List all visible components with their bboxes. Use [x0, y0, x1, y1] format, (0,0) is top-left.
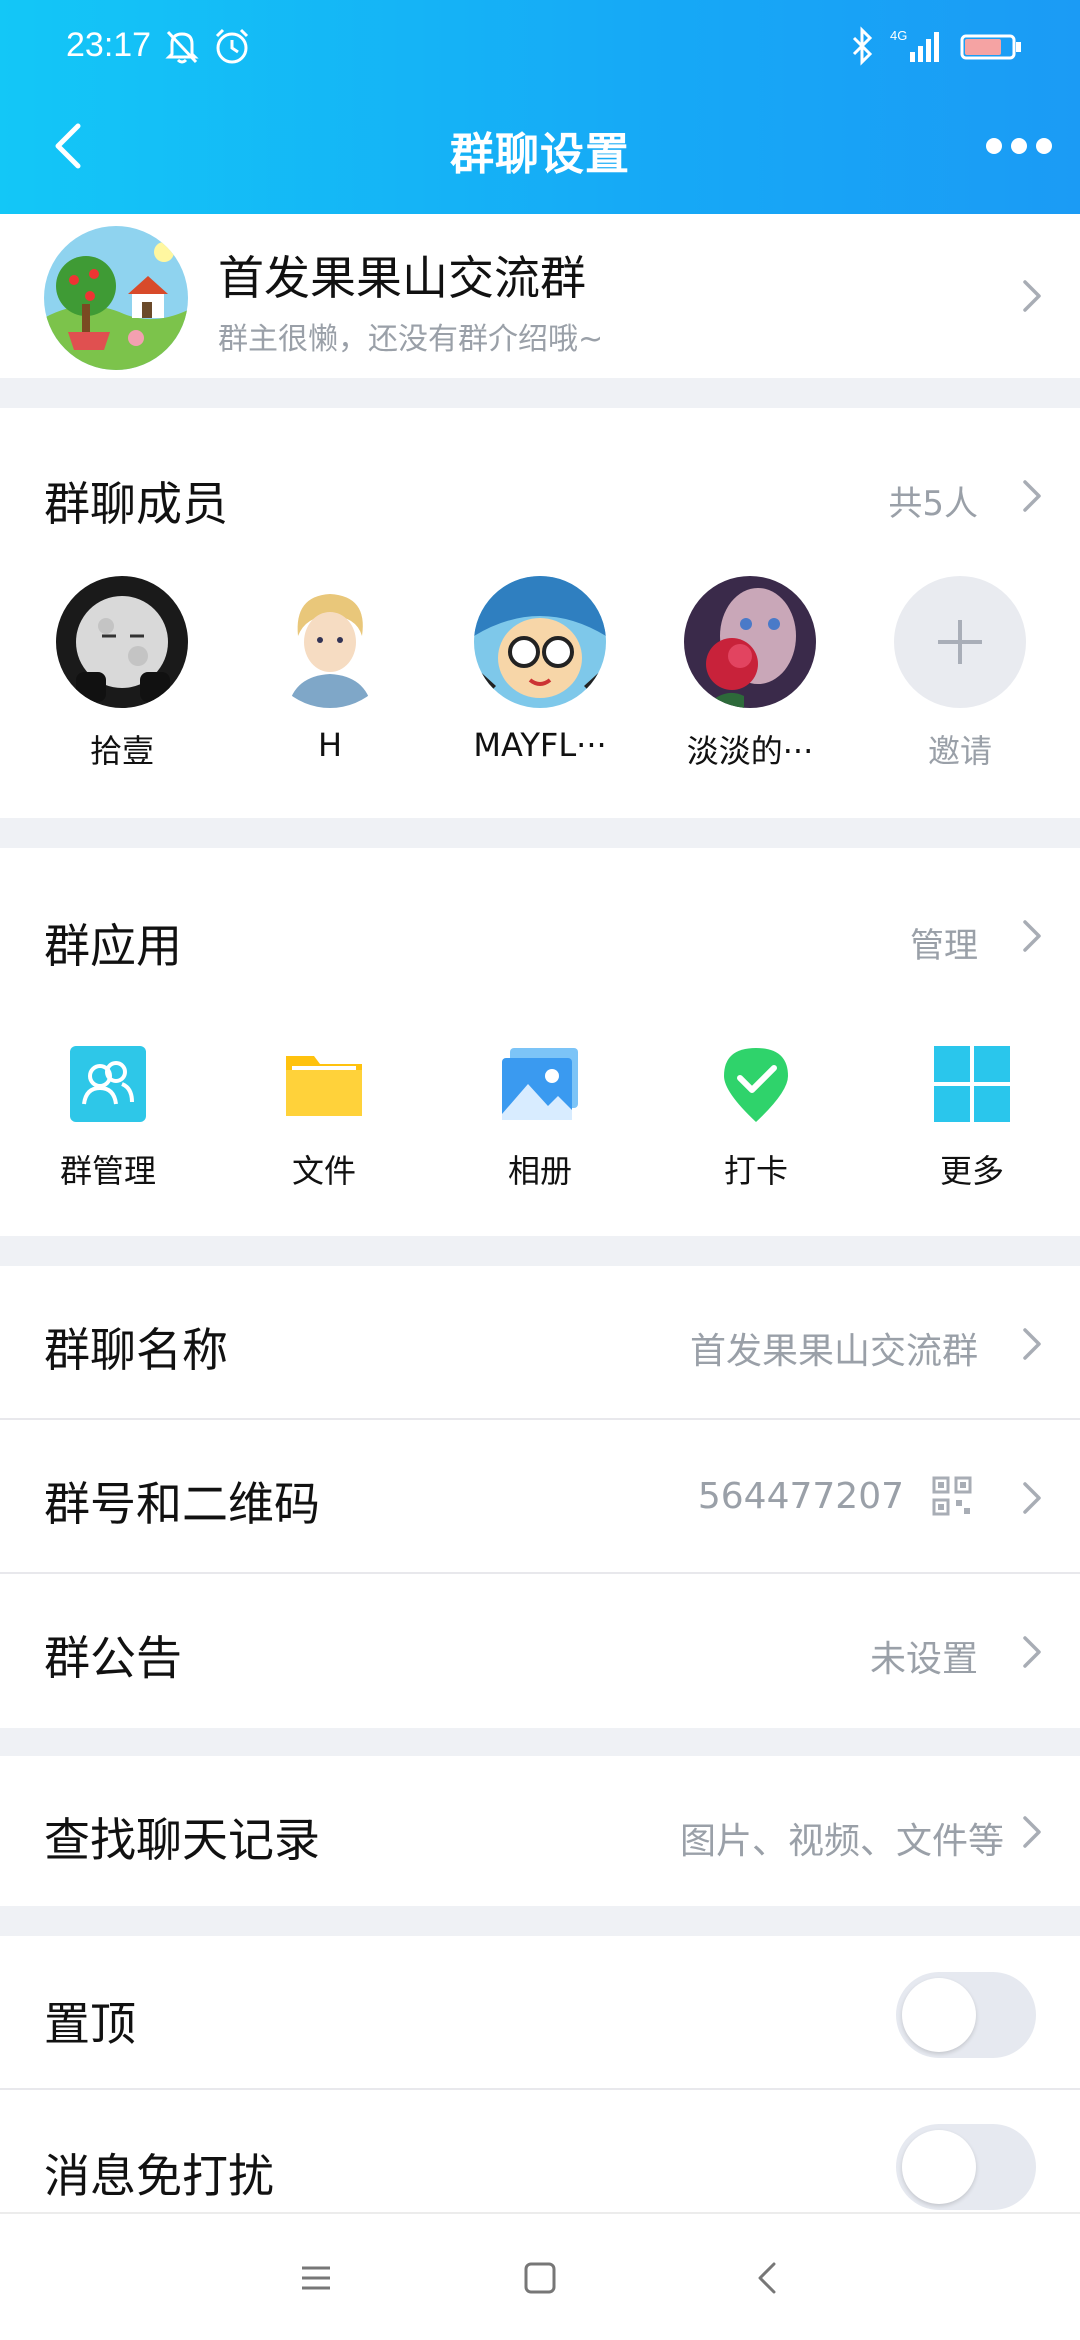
- members-title: 群聊成员: [44, 477, 228, 531]
- more-apps-icon: [932, 1044, 1012, 1124]
- page-title: 群聊设置: [450, 129, 630, 180]
- member-avatar: [474, 576, 606, 708]
- row-label: 群号和二维码: [44, 1477, 320, 1531]
- row-value: 首发果果山交流群: [689, 1331, 978, 1372]
- menu-icon[interactable]: [296, 2258, 336, 2298]
- member-avatar: [56, 576, 188, 708]
- nav-back-icon[interactable]: [748, 2258, 788, 2298]
- group-number-row[interactable]: 群号和二维码 564477207: [0, 1420, 1080, 1574]
- chevron-right-icon[interactable]: [1020, 918, 1044, 954]
- dot-icon: [986, 138, 1002, 154]
- group-name: 首发果果山交流群: [218, 251, 586, 305]
- member-name: H: [317, 726, 343, 764]
- alarm-icon: [210, 24, 254, 68]
- app-label: 更多: [939, 1152, 1004, 1190]
- app-label: 群管理: [59, 1152, 156, 1190]
- row-value: 未设置: [869, 1639, 978, 1680]
- status-bar: 23:17 4G: [0, 0, 1080, 96]
- title-bar: 群聊设置: [0, 96, 1080, 214]
- member-name: MAYFL···: [473, 726, 607, 764]
- row-label: 群公告: [44, 1631, 182, 1685]
- app-checkin[interactable]: 打卡: [681, 1044, 831, 1192]
- app-label: 打卡: [723, 1152, 788, 1190]
- chevron-right-icon: [1020, 278, 1044, 314]
- app-label: 相册: [507, 1152, 572, 1190]
- chevron-right-icon: [1020, 1326, 1044, 1362]
- app-more[interactable]: 更多: [897, 1044, 1047, 1192]
- chevron-right-icon: [1020, 1814, 1044, 1850]
- checkin-icon: [716, 1044, 796, 1124]
- row-value: 564477207: [697, 1476, 904, 1517]
- mute-toggle[interactable]: [896, 2124, 1036, 2210]
- chevron-right-icon[interactable]: [1020, 478, 1044, 514]
- apps-manage[interactable]: 管理: [910, 918, 978, 967]
- dot-icon: [1011, 138, 1027, 154]
- member-name: 淡淡的···: [686, 732, 814, 770]
- app-label: 文件: [291, 1152, 356, 1190]
- group-description: 群主很懒，还没有群介绍哦~: [218, 322, 604, 357]
- toggle-knob: [902, 2130, 976, 2204]
- member-avatar: [684, 576, 816, 708]
- toggle-knob: [902, 1978, 976, 2052]
- app-group-manage[interactable]: 群管理: [33, 1044, 183, 1192]
- row-value: 图片、视频、文件等: [679, 1821, 1004, 1862]
- photo-album-icon: [500, 1044, 580, 1124]
- member-avatar: [264, 576, 396, 708]
- qr-code-icon: [932, 1476, 972, 1516]
- group-name-row[interactable]: 群聊名称 首发果果山交流群: [0, 1266, 1080, 1420]
- members-section: 群聊成员 共5人 拾壹 H MAYFL··· 淡淡的··· 邀请: [0, 408, 1080, 818]
- mute-bell-icon: [160, 24, 204, 68]
- dot-icon: [1036, 138, 1052, 154]
- more-options-button[interactable]: [986, 126, 1052, 166]
- invite-label: 邀请: [927, 732, 992, 770]
- member-name: 拾壹: [89, 732, 154, 770]
- invite-member-button[interactable]: 邀请: [890, 576, 1030, 772]
- group-avatar: [44, 226, 188, 370]
- home-icon[interactable]: [520, 2258, 560, 2298]
- signal-icon: 4G: [888, 24, 948, 68]
- bluetooth-icon: [840, 24, 884, 68]
- svg-text:4G: 4G: [890, 28, 907, 43]
- group-profile-row[interactable]: 首发果果山交流群 群主很懒，还没有群介绍哦~: [0, 214, 1080, 378]
- member-count[interactable]: 共5人: [888, 476, 978, 525]
- member-item[interactable]: 拾壹: [52, 576, 192, 772]
- app-album[interactable]: 相册: [465, 1044, 615, 1192]
- battery-icon: [960, 24, 1024, 68]
- member-item[interactable]: MAYFL···: [470, 576, 610, 764]
- group-manage-icon: [68, 1044, 148, 1124]
- chevron-right-icon: [1020, 1634, 1044, 1670]
- mute-row: 消息免打扰: [0, 2090, 1080, 2212]
- system-nav-bar: [0, 2212, 1080, 2340]
- group-notice-row[interactable]: 群公告 未设置: [0, 1574, 1080, 1728]
- folder-icon: [284, 1044, 364, 1124]
- pin-toggle[interactable]: [896, 1972, 1036, 2058]
- row-label: 群聊名称: [44, 1323, 228, 1377]
- row-label: 置顶: [44, 1997, 136, 2051]
- add-icon: [894, 576, 1026, 708]
- pin-row: 置顶: [0, 1936, 1080, 2090]
- row-label: 查找聊天记录: [44, 1813, 320, 1867]
- member-item[interactable]: H: [260, 576, 400, 764]
- row-label: 消息免打扰: [44, 2149, 274, 2203]
- status-time: 23:17: [66, 26, 152, 64]
- app-files[interactable]: 文件: [249, 1044, 399, 1192]
- search-history-row[interactable]: 查找聊天记录 图片、视频、文件等: [0, 1756, 1080, 1906]
- member-item[interactable]: 淡淡的···: [680, 576, 820, 772]
- app-header: 23:17 4G 群聊设置: [0, 0, 1080, 214]
- group-apps-section: 群应用 管理 群管理 文件 相册 打卡 更多: [0, 848, 1080, 1236]
- chevron-right-icon: [1020, 1480, 1044, 1516]
- apps-title: 群应用: [44, 919, 182, 973]
